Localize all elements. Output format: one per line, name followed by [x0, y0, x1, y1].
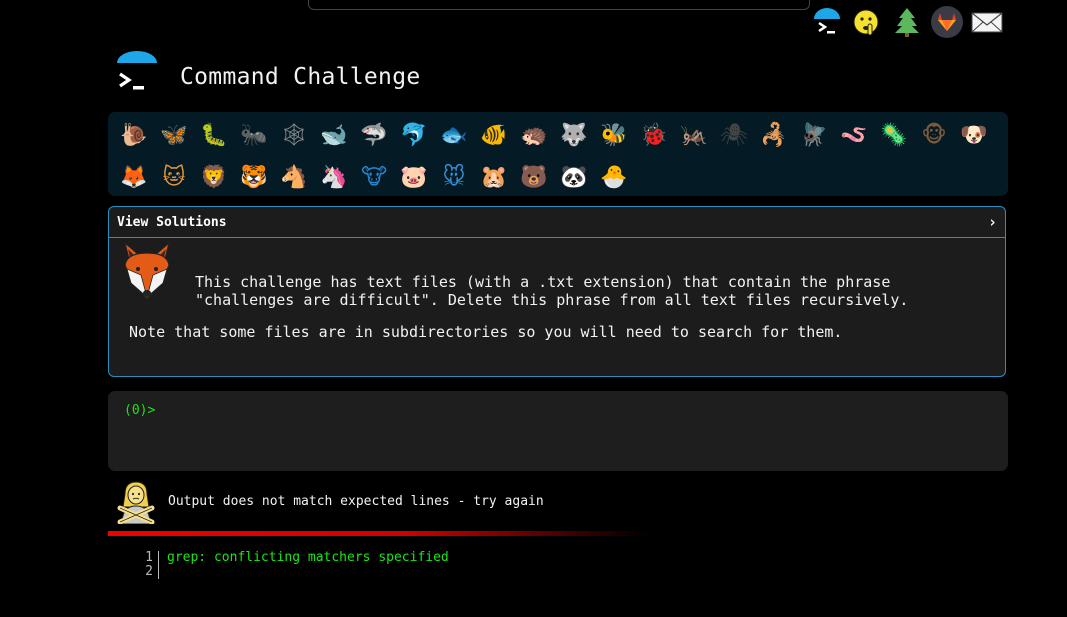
challenge-cow-icon[interactable]: 🐮 — [354, 158, 394, 196]
challenge-lion-icon[interactable]: 🦁 — [194, 158, 234, 196]
challenge-selector: 🐌 🦋 🐛 🐜 🕸 🐋 🦈 🐬 🐟 🐠 🦔 🐺 🐝 🐞 🦗 🕷 🦂 🪰 🪱 🦠 🐵 🐶 🦊 🐱 🦁 🐯 🐴 🦄 🐮 🐷 🐭 🐹 🐻 🐼 🐣 — [108, 112, 1008, 196]
challenge-scorpion-icon[interactable]: 🦂 — [754, 116, 794, 154]
chevron-right-icon: › — [987, 213, 997, 231]
challenge-shark-icon[interactable]: 🦈 — [354, 116, 394, 154]
line-number: 2 — [140, 565, 159, 579]
line-text — [159, 565, 167, 579]
challenge-panda-icon[interactable]: 🐼 — [554, 158, 594, 196]
challenge-spider-web-icon[interactable]: 🕸 — [274, 116, 314, 154]
challenge-row: 🐌 🦋 🐛 🐜 🕸 🐋 🦈 🐬 🐟 🐠 🦔 🐺 🐝 🐞 🦗 🕷 🦂 🪰 🪱 🦠 🐵 🐶 — [114, 116, 994, 154]
challenge-tiger-icon[interactable]: 🐯 — [234, 158, 274, 196]
challenge-chick-icon[interactable]: 🐣 — [594, 158, 634, 196]
output-line: 2 — [140, 565, 449, 579]
challenge-mouse-icon[interactable]: 🐭 — [434, 158, 474, 196]
challenge-unicorn-icon[interactable]: 🦄 — [314, 158, 354, 196]
challenge-pig-icon[interactable]: 🐷 — [394, 158, 434, 196]
challenge-whale-icon[interactable]: 🐋 — [314, 116, 354, 154]
challenge-ladybug-icon[interactable]: 🐞 — [634, 116, 674, 154]
result-message: Output does not match expected lines - t… — [168, 494, 544, 509]
top-tab — [308, 0, 810, 10]
envelope-icon[interactable] — [968, 3, 1006, 41]
challenge-worm-icon[interactable]: 🪱 — [834, 116, 874, 154]
challenge-dolphin-icon[interactable]: 🐬 — [394, 116, 434, 154]
view-solutions-toggle[interactable]: View Solutions › — [109, 207, 1005, 238]
gitlab-icon[interactable] — [928, 3, 966, 41]
tree-icon[interactable] — [888, 3, 926, 41]
challenge-row: 🦊 🐱 🦁 🐯 🐴 🦄 🐮 🐷 🐭 🐹 🐻 🐼 🐣 — [114, 158, 634, 196]
challenge-cat-icon[interactable]: 🐱 — [154, 158, 194, 196]
challenge-caterpillar-icon[interactable]: 🐛 — [194, 116, 234, 154]
challenge-horse-icon[interactable]: 🐴 — [274, 158, 314, 196]
view-solutions-label: View Solutions — [117, 215, 227, 230]
challenge-hamster-icon[interactable]: 🐹 — [474, 158, 514, 196]
line-number: 1 — [140, 551, 159, 565]
challenge-hedgehog-icon[interactable]: 🦔 — [514, 116, 554, 154]
challenge-tropical-fish-icon[interactable]: 🐠 — [474, 116, 514, 154]
error-bar — [108, 531, 648, 536]
line-text: grep: conflicting matchers specified — [167, 550, 449, 565]
challenge-fly-icon[interactable]: 🪰 — [794, 116, 834, 154]
page: Command Challenge 🐌 🦋 🐛 🐜 🕸 🐋 🦈 🐬 🐟 🐠 🦔 🐺 🐝 🐞 🦗 🕷 🦂 🪰 🪱 🦠 🐵 🐶… — [0, 0, 1067, 617]
challenge-card: View Solutions › This challenge has text… — [108, 206, 1006, 377]
challenge-snail-icon[interactable]: 🐌 — [114, 116, 154, 154]
fox-avatar-icon — [119, 241, 175, 303]
challenge-dog-icon[interactable]: 🐶 — [954, 116, 994, 154]
terminal-input[interactable]: (0)> — [108, 391, 1008, 471]
output-panel: 1 grep: conflicting matchers specified 2 — [140, 551, 449, 579]
challenge-description: This challenge has text files (with a .t… — [195, 273, 909, 309]
challenge-fish-icon[interactable]: 🐟 — [434, 116, 474, 154]
challenge-spider-icon[interactable]: 🕷 — [714, 116, 754, 154]
challenge-microbe-icon[interactable]: 🦠 — [874, 116, 914, 154]
challenge-butterfly-icon[interactable]: 🦋 — [154, 116, 194, 154]
output-line: 1 grep: conflicting matchers specified — [140, 551, 449, 565]
challenge-wolf-icon[interactable]: 🐺 — [554, 116, 594, 154]
challenge-monkey-icon[interactable]: 🐵 — [914, 116, 954, 154]
challenge-fox-icon[interactable]: 🦊 — [114, 158, 154, 196]
challenge-cricket-icon[interactable]: 🦗 — [674, 116, 714, 154]
challenge-bee-icon[interactable]: 🐝 — [594, 116, 634, 154]
terminal-umbrella-icon[interactable] — [808, 3, 846, 41]
challenge-bear-icon[interactable]: 🐻 — [514, 158, 554, 196]
challenge-ant-icon[interactable]: 🐜 — [234, 116, 274, 154]
shushing-face-icon[interactable] — [848, 3, 886, 41]
app-logo-icon — [113, 50, 161, 98]
top-nav — [808, 3, 1006, 41]
terminal-prompt: (0)> — [124, 403, 156, 418]
person-gesturing-no-icon — [116, 480, 156, 525]
page-title: Command Challenge — [180, 64, 421, 90]
challenge-note: Note that some files are in subdirectori… — [129, 323, 843, 341]
